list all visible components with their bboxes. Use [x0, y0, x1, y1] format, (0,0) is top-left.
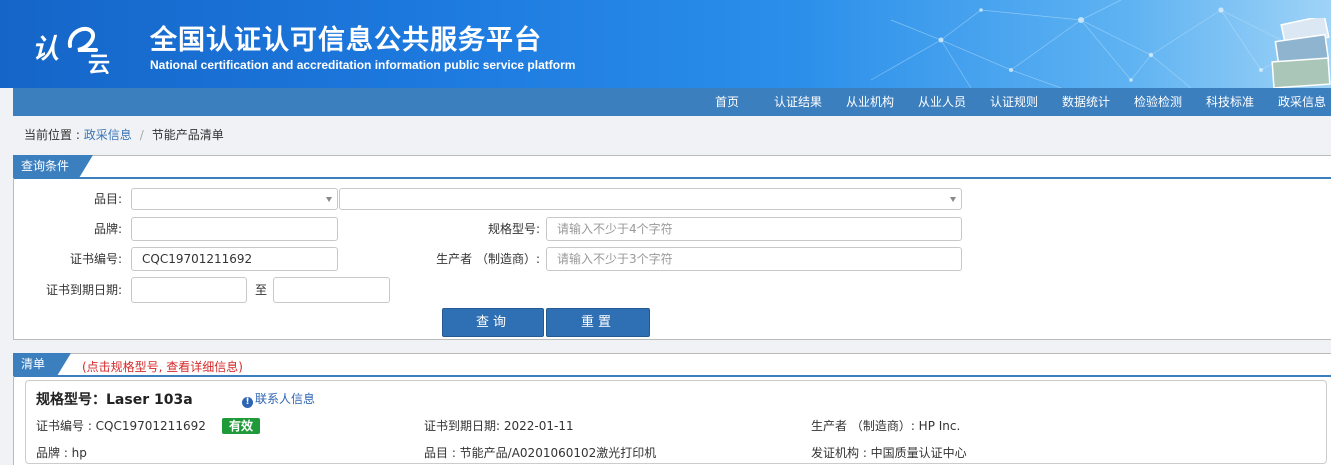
brand-label: 品牌:	[93, 222, 122, 236]
reset-button[interactable]: 重置	[546, 308, 650, 337]
brand-input[interactable]	[131, 217, 338, 241]
nav-item-inspection[interactable]: 检验检测	[1134, 88, 1182, 116]
status-badge: 有效	[222, 418, 260, 434]
nav-item-cert-rules[interactable]: 认证规则	[990, 88, 1038, 116]
results-panel: 清单 (点击规格型号, 查看详细信息) 规格型号：Laser 103a ! 联系人…	[13, 353, 1331, 465]
query-tab-label: 查询条件	[21, 159, 70, 173]
results-tab-label: 清单	[21, 357, 46, 371]
results-tab-underline	[14, 375, 1331, 377]
svg-text:云: 云	[88, 53, 110, 74]
expiry-date-label: 证书到期日期:	[45, 283, 122, 297]
category-select-secondary[interactable]	[339, 188, 962, 210]
nav-item-institutions[interactable]: 从业机构	[846, 88, 894, 116]
contact-info-label: 联系人信息	[255, 392, 316, 406]
query-tab: 查询条件	[13, 155, 93, 178]
chevron-down-icon	[326, 197, 332, 202]
expiry-to-label: 至	[254, 283, 267, 297]
nav-item-personnel[interactable]: 从业人员	[918, 88, 966, 116]
site-subtitle: National certification and accreditation…	[150, 58, 576, 72]
network-graphic	[870, 0, 1331, 88]
result-model-title[interactable]: 规格型号：Laser 103a	[36, 389, 193, 409]
result-brand: 品牌 : hp	[36, 446, 87, 460]
result-category: 品目 : 节能产品/A0201060102激光打印机	[424, 446, 657, 460]
model-label: 规格型号:	[487, 222, 540, 236]
result-issuer: 发证机构 : 中国质量认证中心	[811, 446, 967, 460]
site-title: 全国认证认可信息公共服务平台	[150, 25, 542, 56]
info-icon: !	[242, 397, 253, 408]
expiry-end-input[interactable]	[273, 277, 390, 303]
breadcrumb: 当前位置 : 政采信息 / 节能产品清单	[24, 126, 224, 143]
result-expiry: 证书到期日期: 2022-01-11	[424, 419, 574, 433]
result-maker: 生产者 （制造商）: HP Inc.	[811, 419, 961, 433]
results-hint: (点击规格型号, 查看详细信息)	[82, 360, 243, 374]
breadcrumb-prefix: 当前位置 :	[24, 128, 84, 142]
category-select-primary[interactable]	[131, 188, 338, 210]
results-tab: 清单	[13, 353, 71, 376]
nav-item-procurement[interactable]: 政采信息	[1278, 88, 1326, 116]
query-panel: 查询条件 品目: 品牌: 规格型号: 请输入不少于4个字符 证书编号: CQC1…	[13, 155, 1331, 340]
contact-info-link[interactable]: ! 联系人信息	[242, 390, 315, 408]
breadcrumb-current: 节能产品清单	[151, 128, 224, 142]
site-logo[interactable]: 认 云	[30, 18, 122, 74]
maker-input[interactable]: 请输入不少于3个字符	[546, 247, 962, 271]
header-photo-collage	[1271, 18, 1331, 88]
chevron-down-icon	[950, 197, 956, 202]
nav-item-standards[interactable]: 科技标准	[1206, 88, 1254, 116]
nav-item-statistics[interactable]: 数据统计	[1062, 88, 1110, 116]
nav-item-cert-results[interactable]: 认证结果	[774, 88, 822, 116]
result-cert-no: 证书编号 : CQC19701211692	[36, 419, 206, 433]
breadcrumb-link-procurement[interactable]: 政采信息	[84, 128, 132, 142]
search-button[interactable]: 查询	[442, 308, 544, 337]
header-banner: 认 云 全国认证认可信息公共服务平台 National certificatio…	[0, 0, 1331, 88]
cert-no-input[interactable]: CQC19701211692	[131, 247, 338, 271]
svg-text:认: 认	[32, 34, 59, 65]
breadcrumb-separator: /	[139, 128, 144, 142]
model-input[interactable]: 请输入不少于4个字符	[546, 217, 962, 241]
result-card: 规格型号：Laser 103a ! 联系人信息 证书编号 : CQC1970121…	[25, 380, 1327, 464]
expiry-start-input[interactable]	[131, 277, 247, 303]
category-label: 品目:	[93, 192, 122, 206]
nav-item-home[interactable]: 首页	[715, 88, 739, 116]
cert-no-label: 证书编号:	[69, 252, 122, 266]
query-tab-underline	[14, 177, 1331, 179]
maker-label: 生产者 （制造商）:	[436, 252, 540, 266]
main-nav: 首页 认证结果 从业机构 从业人员 认证规则 数据统计 检验检测 科技标准 政采…	[13, 88, 1331, 116]
